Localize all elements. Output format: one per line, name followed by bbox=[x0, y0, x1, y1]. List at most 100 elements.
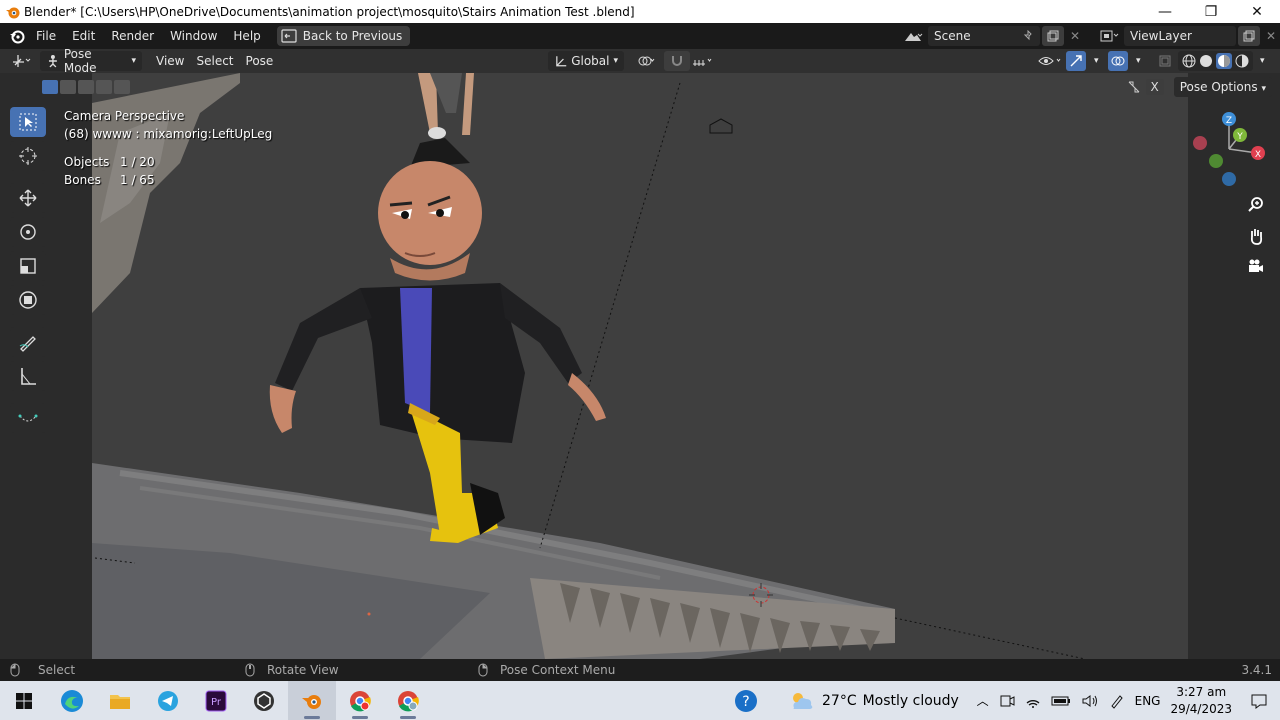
rendered-shading-icon[interactable] bbox=[1235, 54, 1249, 68]
pin-icon[interactable] bbox=[1022, 30, 1034, 42]
pose-options-dropdown[interactable]: Pose Options ▾ bbox=[1173, 77, 1272, 97]
blender-taskbar-button[interactable] bbox=[288, 681, 336, 720]
overlays-toggle[interactable] bbox=[1108, 51, 1128, 71]
menu-render[interactable]: Render bbox=[103, 23, 162, 49]
gizmo-icon bbox=[1070, 55, 1082, 67]
snap-target-dropdown[interactable] bbox=[686, 51, 720, 71]
pan-button[interactable] bbox=[1243, 223, 1269, 249]
menu-select[interactable]: Select bbox=[190, 51, 239, 71]
x-mirror-toggle[interactable]: X bbox=[1145, 79, 1164, 95]
unity-taskbar-button[interactable] bbox=[240, 681, 288, 720]
menu-view[interactable]: View bbox=[150, 51, 190, 71]
close-window-button[interactable]: ✕ bbox=[1234, 0, 1280, 23]
pose-mode-icon bbox=[48, 55, 57, 68]
help-taskbar-button[interactable]: ? bbox=[722, 681, 770, 720]
mirror-icon[interactable] bbox=[1126, 79, 1142, 95]
minimize-button[interactable]: — bbox=[1142, 0, 1188, 23]
delete-scene-icon[interactable]: ✕ bbox=[1064, 26, 1086, 46]
transform-orientation-dropdown[interactable]: Global ▾ bbox=[548, 51, 624, 71]
chrome-profile-taskbar-button[interactable] bbox=[384, 681, 432, 720]
material-shading-icon[interactable] bbox=[1216, 53, 1232, 69]
blender-menu-icon[interactable] bbox=[6, 25, 28, 47]
wifi-icon[interactable] bbox=[1025, 693, 1041, 709]
back-to-previous-button[interactable]: Back to Previous bbox=[276, 26, 411, 46]
transform-tool[interactable] bbox=[10, 285, 46, 315]
chrome-icon bbox=[350, 690, 371, 711]
scene-icon[interactable] bbox=[898, 26, 928, 46]
xray-icon bbox=[1159, 55, 1171, 67]
navigation-gizmo[interactable]: Z Y X bbox=[1190, 105, 1276, 191]
menu-help[interactable]: Help bbox=[225, 23, 268, 49]
viewlayer-icon[interactable] bbox=[1094, 26, 1124, 46]
gizmo-dropdown[interactable]: ▾ bbox=[1088, 51, 1105, 71]
shading-dropdown[interactable]: ▾ bbox=[1254, 51, 1271, 71]
menu-edit[interactable]: Edit bbox=[64, 23, 103, 49]
edge-icon bbox=[61, 689, 83, 712]
pen-icon[interactable] bbox=[1109, 693, 1125, 709]
select-subtract-icon[interactable] bbox=[78, 80, 94, 94]
transform-icon bbox=[19, 291, 37, 309]
move-tool[interactable] bbox=[10, 183, 46, 213]
status-select-label: Select bbox=[38, 663, 76, 677]
restore-button[interactable]: ❐ bbox=[1188, 0, 1234, 23]
volume-icon[interactable] bbox=[1081, 693, 1099, 709]
rotate-icon bbox=[20, 224, 36, 240]
chevron-down-icon: ▾ bbox=[1260, 56, 1265, 66]
chrome-taskbar-button[interactable] bbox=[336, 681, 384, 720]
magnet-icon bbox=[672, 56, 682, 66]
meet-now-icon[interactable] bbox=[999, 693, 1015, 709]
viewlayer-field[interactable]: ViewLayer bbox=[1124, 26, 1236, 46]
telegram-icon bbox=[158, 690, 178, 711]
wireframe-shading-icon[interactable] bbox=[1182, 54, 1196, 68]
chevron-down-icon: ▾ bbox=[1261, 84, 1266, 94]
editor-type-dropdown[interactable] bbox=[6, 51, 40, 71]
blender-statusbar: Select Rotate View Pose Context Menu 3.4… bbox=[0, 659, 1280, 681]
edge-taskbar-button[interactable] bbox=[48, 681, 96, 720]
menu-file[interactable]: File bbox=[28, 23, 64, 49]
menu-window[interactable]: Window bbox=[162, 23, 225, 49]
cursor-tool[interactable] bbox=[10, 141, 46, 171]
pivot-point-dropdown[interactable] bbox=[630, 51, 662, 71]
top-menubar: File Edit Render Window Help Back to Pre… bbox=[0, 23, 1280, 49]
zoom-button[interactable] bbox=[1243, 191, 1269, 217]
mouse-left-icon bbox=[10, 663, 20, 677]
gizmo-toggle[interactable] bbox=[1066, 51, 1086, 71]
select-invert-icon[interactable] bbox=[96, 80, 112, 94]
bone-tool[interactable] bbox=[10, 403, 46, 433]
file-explorer-taskbar-button[interactable] bbox=[96, 681, 144, 720]
solid-shading-icon[interactable] bbox=[1199, 54, 1213, 68]
annotate-tool[interactable] bbox=[10, 327, 46, 357]
delete-viewlayer-icon[interactable]: ✕ bbox=[1260, 26, 1280, 46]
rotate-tool[interactable] bbox=[10, 217, 46, 247]
measure-tool[interactable] bbox=[10, 361, 46, 391]
visibility-dropdown[interactable] bbox=[1032, 51, 1070, 71]
overlays-dropdown[interactable]: ▾ bbox=[1130, 51, 1147, 71]
mouse-right-icon bbox=[478, 663, 488, 677]
select-new-icon[interactable] bbox=[42, 80, 58, 94]
menu-pose[interactable]: Pose bbox=[240, 51, 280, 71]
weather-widget[interactable]: 27°C Mostly cloudy bbox=[788, 681, 959, 720]
mode-dropdown[interactable]: Pose Mode ▾ bbox=[40, 47, 142, 75]
start-button[interactable] bbox=[0, 681, 48, 720]
battery-icon[interactable] bbox=[1051, 695, 1071, 707]
orientation-icon bbox=[556, 56, 567, 67]
camera-view-button[interactable] bbox=[1243, 253, 1269, 279]
new-scene-icon[interactable] bbox=[1042, 26, 1064, 46]
select-extend-icon[interactable] bbox=[60, 80, 76, 94]
select-intersect-icon[interactable] bbox=[114, 80, 130, 94]
chevron-down-icon: ▾ bbox=[1094, 56, 1099, 66]
gizmo-z-label: Z bbox=[1226, 116, 1232, 126]
chevron-up-icon[interactable]: ︿ bbox=[977, 692, 989, 709]
cursor-arrow-icon bbox=[19, 113, 37, 131]
scale-tool[interactable] bbox=[10, 251, 46, 281]
xray-toggle[interactable] bbox=[1152, 51, 1178, 71]
new-viewlayer-icon[interactable] bbox=[1238, 26, 1260, 46]
language-indicator[interactable]: ENG bbox=[1135, 694, 1161, 708]
3d-viewport[interactable]: Camera Perspective (68) wwww : mixamorig… bbox=[0, 73, 1280, 659]
premiere-taskbar-button[interactable]: Pr bbox=[192, 681, 240, 720]
select-box-tool[interactable] bbox=[10, 107, 46, 137]
notification-icon[interactable] bbox=[1250, 692, 1268, 710]
telegram-taskbar-button[interactable] bbox=[144, 681, 192, 720]
scene-field[interactable]: Scene bbox=[928, 26, 1040, 46]
clock[interactable]: 3:27 am 29/4/2023 bbox=[1170, 684, 1232, 718]
